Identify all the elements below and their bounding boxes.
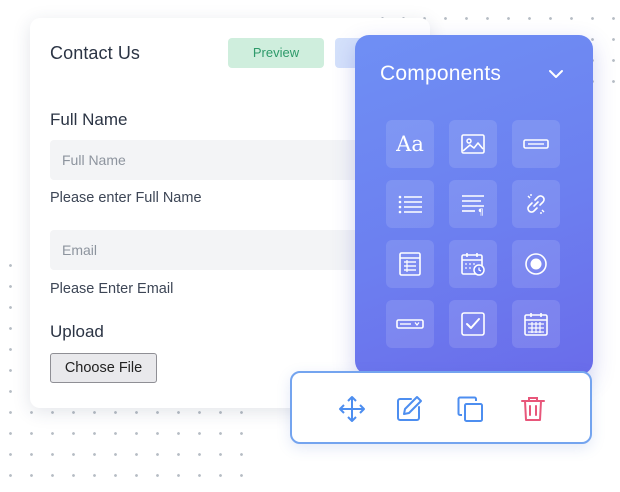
radio-component-tile[interactable] [512,240,560,288]
checkbox-icon [461,312,485,336]
email-input[interactable]: Email [50,230,390,270]
datetime-component-tile[interactable] [449,240,497,288]
chevron-down-icon[interactable] [548,68,564,80]
link-icon [527,194,545,214]
delete-icon [521,397,545,421]
element-toolbar [290,371,592,444]
components-panel: Components Aa ¶ [355,35,593,375]
duplicate-icon [457,396,483,422]
choose-file-button[interactable]: Choose File [50,353,157,383]
svg-text:¶: ¶ [478,208,484,218]
list-component-tile[interactable] [386,180,434,228]
checkbox-component-tile[interactable] [449,300,497,348]
dropdown-component-tile[interactable] [386,300,434,348]
full-name-help: Please enter Full Name [50,190,202,206]
date-component-tile[interactable] [512,300,560,348]
text-input-icon [523,139,549,149]
text-aa-icon: Aa [396,132,424,156]
full-name-input[interactable]: Full Name [50,140,390,180]
radio-icon [525,253,547,275]
image-component-tile[interactable] [449,120,497,168]
list-icon [398,195,422,214]
paragraph-icon: ¶ [462,195,484,218]
paragraph-component-tile[interactable]: ¶ [449,180,497,228]
text-component-tile[interactable]: Aa [386,120,434,168]
image-icon [461,134,485,154]
link-component-tile[interactable] [512,180,560,228]
form-title: Contact Us [50,43,141,63]
upload-label: Upload [50,322,104,341]
input-component-tile[interactable] [512,120,560,168]
components-title: Components [380,62,502,85]
duplicate-button[interactable] [454,393,486,425]
calendar-icon [524,313,548,336]
edit-button[interactable] [393,393,425,425]
table-component-tile[interactable] [386,240,434,288]
full-name-label: Full Name [50,110,128,129]
edit-icon [397,396,422,421]
stage: Contact Us Preview Full Name Full Name P… [0,0,620,492]
calendar-clock-icon [461,253,485,276]
preview-button[interactable]: Preview [228,38,324,68]
email-help: Please Enter Email [50,281,174,297]
table-icon [399,252,421,276]
move-button[interactable] [336,393,368,425]
delete-button[interactable] [517,393,549,425]
dropdown-icon [396,319,424,329]
move-icon [339,396,365,422]
